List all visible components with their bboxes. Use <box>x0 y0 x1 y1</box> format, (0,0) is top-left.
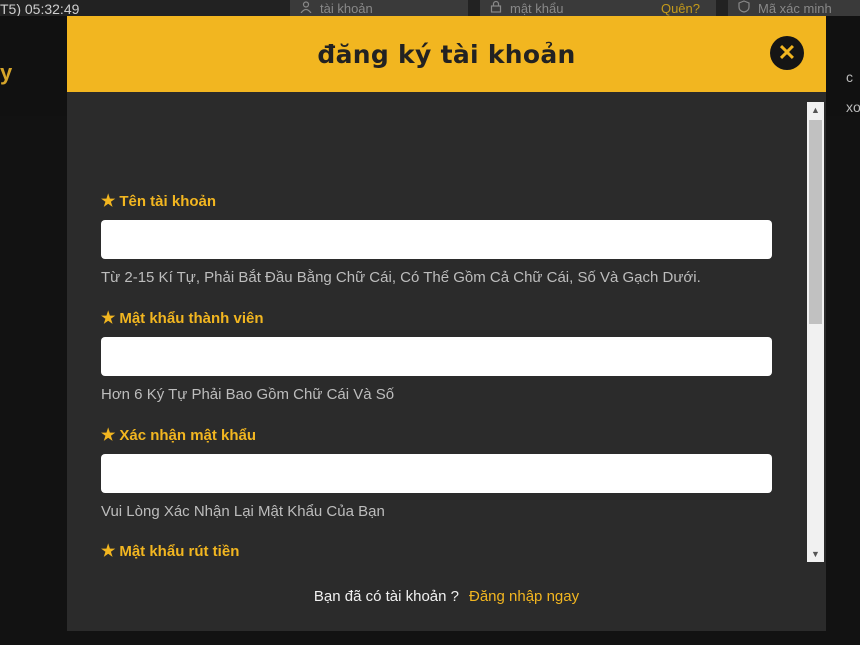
forgot-password-link[interactable]: Quên? <box>661 0 700 16</box>
password-label: Mật khẩu thành viên <box>119 309 264 327</box>
star-icon: ★ <box>101 310 116 327</box>
login-password-placeholder: mật khẩu <box>510 1 564 16</box>
site-logo: y <box>0 60 13 85</box>
modal-body: ★ Tên tài khoản Từ 2-15 Kí Tự, Phải Bắt … <box>67 92 826 576</box>
username-label: Tên tài khoản <box>119 192 217 210</box>
lock-icon <box>490 0 504 16</box>
scroll-thumb[interactable] <box>809 120 822 324</box>
captcha-input[interactable]: Mã xác minh <box>728 0 860 16</box>
username-input[interactable] <box>101 220 772 259</box>
field-label: ★ Mật khẩu rút tiền <box>101 542 806 561</box>
scroll-up-arrow-icon[interactable]: ▲ <box>807 102 824 118</box>
modal-title: đăng ký tài khoản <box>317 39 576 69</box>
login-password-input[interactable]: mật khẩu Quên? <box>480 0 716 16</box>
star-icon: ★ <box>101 427 116 444</box>
confirm-password-label: Xác nhận mật khẩu <box>119 426 257 444</box>
login-now-link[interactable]: Đăng nhập ngay <box>469 588 579 605</box>
star-icon: ★ <box>101 543 116 560</box>
register-modal: đăng ký tài khoản ✕ ★ Tên tài khoản Từ 2… <box>67 16 826 631</box>
username-hint: Từ 2-15 Kí Tự, Phải Bắt Đầu Bằng Chữ Cái… <box>101 269 701 286</box>
star-icon: ★ <box>101 193 116 210</box>
captcha-placeholder: Mã xác minh <box>758 1 832 16</box>
header-right-partial: c xo <box>846 62 860 122</box>
field-label: ★ Xác nhận mật khẩu <box>101 426 806 445</box>
header-right-glyph-1: c <box>846 69 853 85</box>
confirm-password-hint: Vui Lòng Xác Nhận Lại Mật Khẩu Của Bạn <box>101 503 385 520</box>
login-username-placeholder: tài khoản <box>320 1 373 16</box>
field-label: ★ Tên tài khoản <box>101 192 806 211</box>
field-confirm-password: ★ Xác nhận mật khẩu Vui Lòng Xác Nhận Lạ… <box>101 426 806 522</box>
modal-header: đăng ký tài khoản ✕ <box>67 16 826 92</box>
scrollbar[interactable]: ▲ ▼ <box>807 102 824 562</box>
password-input[interactable] <box>101 337 772 376</box>
field-username: ★ Tên tài khoản Từ 2-15 Kí Tự, Phải Bắt … <box>101 192 806 288</box>
password-hint: Hơn 6 Ký Tự Phải Bao Gồm Chữ Cái Và Số <box>101 386 395 403</box>
modal-footer: Bạn đã có tài khoản ? Đăng nhập ngay <box>67 576 826 616</box>
confirm-password-input[interactable] <box>101 454 772 493</box>
close-button[interactable]: ✕ <box>770 36 804 70</box>
have-account-text: Bạn đã có tài khoản ? <box>313 587 459 605</box>
field-password: ★ Mật khẩu thành viên Hơn 6 Ký Tự Phải B… <box>101 309 806 405</box>
user-icon <box>300 0 314 16</box>
field-withdraw-password: ★ Mật khẩu rút tiền <box>101 542 806 561</box>
field-label: ★ Mật khẩu thành viên <box>101 309 806 328</box>
withdraw-password-label: Mật khẩu rút tiền <box>119 542 240 560</box>
close-icon: ✕ <box>777 40 797 65</box>
login-username-input[interactable]: tài khoản <box>290 0 468 16</box>
shield-icon <box>738 0 752 16</box>
scroll-down-arrow-icon[interactable]: ▼ <box>807 546 824 562</box>
